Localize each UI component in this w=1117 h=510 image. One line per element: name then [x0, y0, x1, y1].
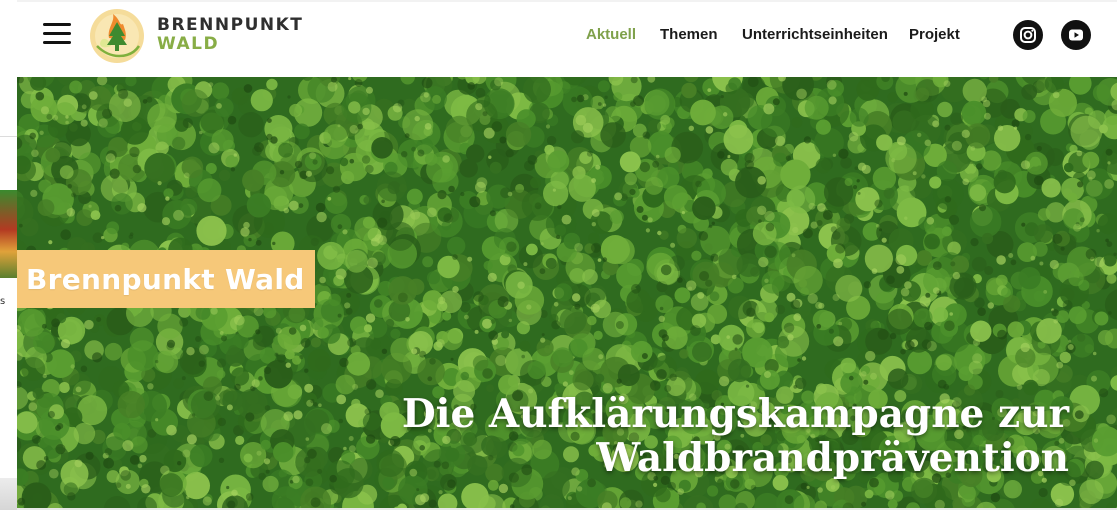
divider — [17, 0, 1117, 2]
hero-tagline-line-2: Waldbrandprävention — [596, 435, 1069, 481]
background-footer — [0, 478, 18, 510]
nav-item-themen[interactable]: Themen — [660, 26, 718, 43]
nav-item-projekt[interactable]: Projekt — [909, 26, 960, 43]
hamburger-menu-icon[interactable] — [43, 22, 73, 46]
instagram-icon[interactable] — [1013, 20, 1043, 50]
hero-title-badge: Brennpunkt Wald — [17, 250, 315, 308]
logo-line-1: BRENNPUNKT — [157, 15, 304, 35]
background-thumbnail-image[interactable] — [0, 190, 17, 278]
site-header: BRENNPUNKT WALD Aktuell Themen Unterrich… — [17, 0, 1117, 77]
hero-title: Brennpunkt Wald — [26, 263, 305, 296]
tree-flame-emblem-icon[interactable] — [89, 8, 145, 64]
nav-item-aktuell[interactable]: Aktuell — [586, 26, 636, 43]
youtube-icon[interactable] — [1061, 20, 1091, 50]
site-logo-text[interactable]: BRENNPUNKT WALD — [157, 16, 303, 54]
background-partial-text: s — [0, 296, 6, 307]
divider — [0, 136, 18, 137]
hero-tagline: Die Aufklärungskampagne zur Waldbrandprä… — [402, 392, 1069, 480]
nav-item-unterrichtseinheiten[interactable]: Unterrichtseinheiten — [742, 26, 888, 43]
logo-line-2: WALD — [157, 34, 220, 54]
hero-tagline-line-1: Die Aufklärungskampagne zur — [401, 391, 1069, 437]
